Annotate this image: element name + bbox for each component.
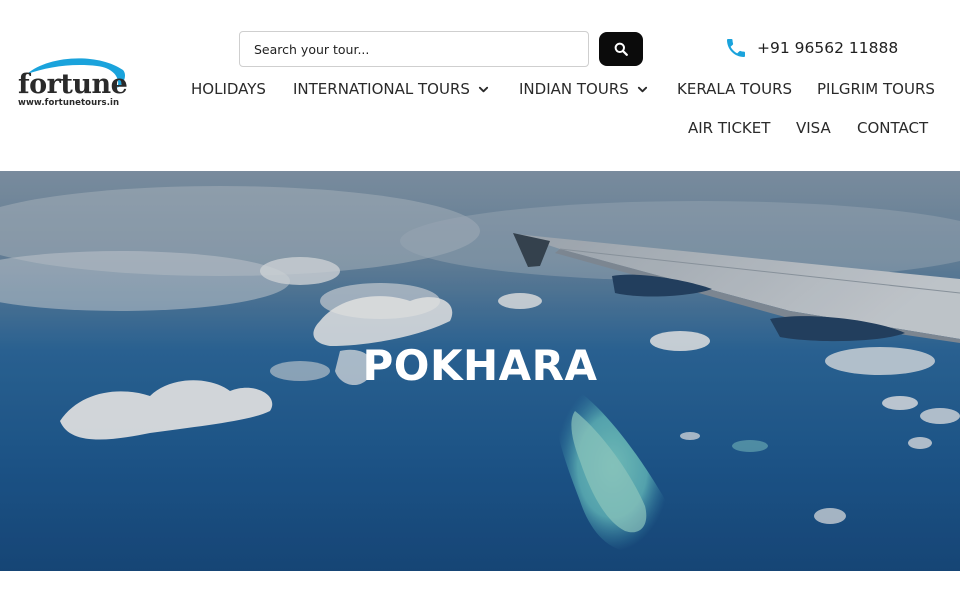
- nav-kerala-tours-label: KERALA TOURS: [677, 80, 793, 98]
- nav-international-tours[interactable]: INTERNATIONAL TOURS: [293, 78, 489, 100]
- nav-pilgrim-tours[interactable]: PILGRIM TOURS: [817, 78, 935, 100]
- phone-contact[interactable]: +91 96562 11888: [724, 36, 898, 60]
- search-input[interactable]: [239, 31, 589, 67]
- nav-pilgrim-tours-label: PILGRIM TOURS: [817, 80, 935, 98]
- page-title: POKHARA: [362, 341, 598, 390]
- logo-wordmark: fortune: [18, 69, 128, 100]
- nav-visa-label: VISA: [796, 119, 831, 137]
- search-button[interactable]: [599, 32, 643, 66]
- search-icon: [614, 42, 628, 56]
- brand-logo[interactable]: fortune www.fortunetours.in: [17, 58, 129, 114]
- nav-indian-tours-label: INDIAN TOURS: [519, 80, 629, 98]
- chevron-down-icon: [478, 86, 489, 92]
- logo-url: www.fortunetours.in: [18, 98, 120, 108]
- nav-contact[interactable]: CONTACT: [857, 117, 928, 139]
- nav-holidays-label: HOLIDAYS: [191, 80, 266, 98]
- chevron-down-icon: [637, 86, 647, 92]
- nav-international-tours-label: INTERNATIONAL TOURS: [293, 80, 470, 98]
- nav-air-ticket[interactable]: AIR TICKET: [688, 117, 770, 139]
- nav-indian-tours[interactable]: INDIAN TOURS: [519, 78, 648, 100]
- content-area: [0, 571, 960, 600]
- nav-air-ticket-label: AIR TICKET: [688, 119, 771, 137]
- nav-kerala-tours[interactable]: KERALA TOURS: [677, 78, 792, 100]
- nav-holidays[interactable]: HOLIDAYS: [191, 78, 266, 100]
- nav-contact-label: CONTACT: [857, 119, 929, 137]
- site-header: fortune www.fortunetours.in +91 96562 11…: [0, 0, 960, 171]
- phone-icon: [727, 39, 745, 57]
- phone-number: +91 96562 11888: [757, 39, 899, 57]
- nav-visa[interactable]: VISA: [796, 117, 831, 139]
- hero-banner: POKHARA: [0, 171, 960, 571]
